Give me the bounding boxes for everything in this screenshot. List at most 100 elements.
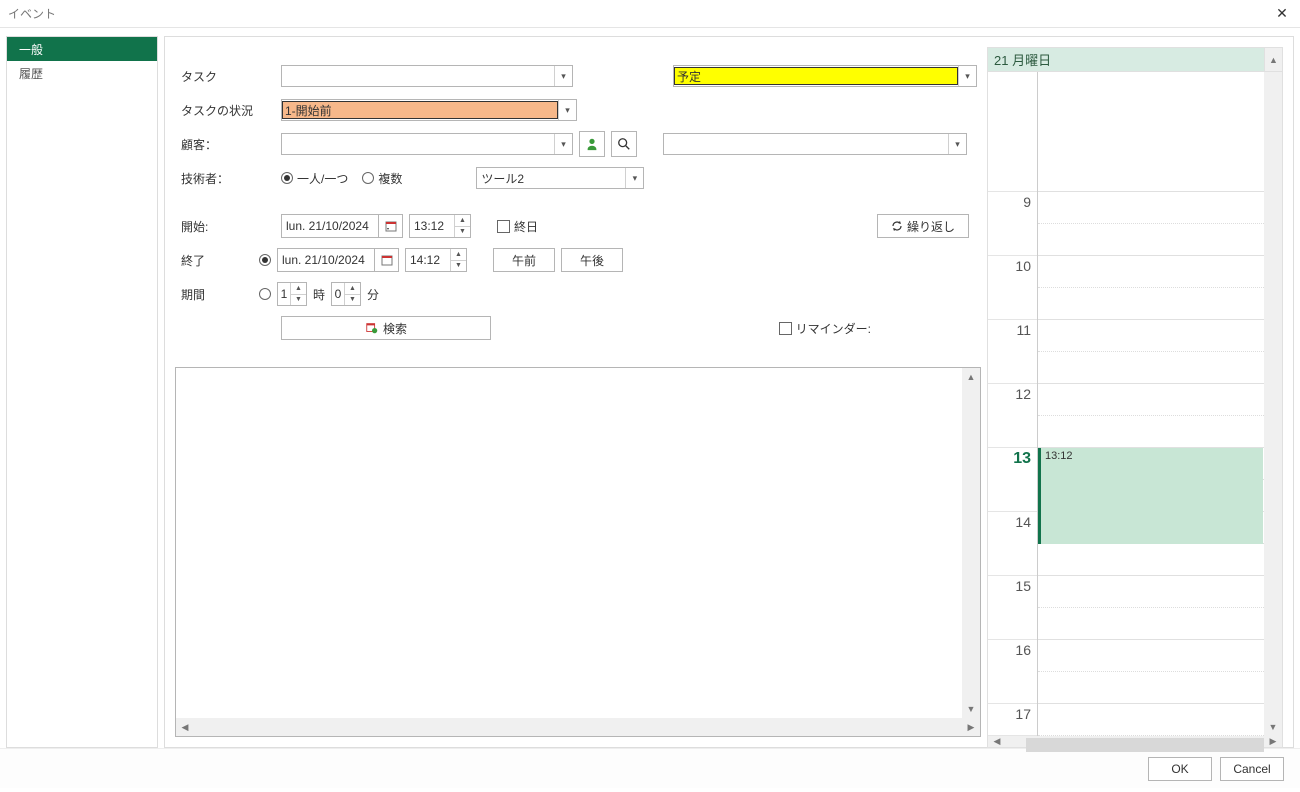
customer-search-button[interactable] <box>611 131 637 157</box>
start-time[interactable]: 13:12 ▲▼ <box>409 214 471 238</box>
pm-button[interactable]: 午後 <box>561 248 623 272</box>
scroll-left-icon[interactable]: ◀ <box>176 718 194 736</box>
window-title: イベント <box>8 5 56 22</box>
row-task-status: タスクの状況 1-開始前 ▾ <box>181 93 981 127</box>
scroll-right-icon[interactable]: ▶ <box>962 718 980 736</box>
cal-scroll-up[interactable]: ▲ <box>1265 47 1283 71</box>
spin-up[interactable]: ▲ <box>455 215 470 227</box>
customer-combo-2[interactable]: ▾ <box>663 133 967 155</box>
calendar-search-icon <box>365 321 379 335</box>
customer-person-button[interactable] <box>579 131 605 157</box>
refresh-icon <box>891 220 903 232</box>
cal-hscroll[interactable]: ◀ ▶ <box>987 736 1283 748</box>
results-list: ▲ ▼ ◀ ▶ <box>175 367 981 737</box>
row-customer: 顧客： ▾ ▾ <box>181 127 981 161</box>
tab-history[interactable]: 履歴 <box>7 61 157 85</box>
radio-single[interactable]: 一人/一つ <box>281 170 348 187</box>
hour-13: 13 <box>988 448 1037 512</box>
calendar-header: 21 月曜日 <box>987 47 1265 71</box>
label-technician: 技術者： <box>181 170 281 187</box>
cal-scroll-right[interactable]: ▶ <box>1264 736 1282 747</box>
label-start: 開始: <box>181 218 281 235</box>
results-hscroll[interactable]: ◀ ▶ <box>176 718 980 736</box>
svg-text:▾: ▾ <box>387 226 389 231</box>
dialog-footer: OK Cancel <box>0 748 1300 788</box>
hour-12: 12 <box>988 384 1037 448</box>
tool-combo[interactable]: ツール2 ▾ <box>476 167 644 189</box>
form-area: タスク ▾ 予定 ▾ タスクの状況 <box>175 47 981 737</box>
calendar-icon: ▾ <box>385 220 397 232</box>
sidebar: 一般 履歴 <box>6 36 158 748</box>
ok-button[interactable]: OK <box>1148 757 1212 781</box>
duration-minutes[interactable]: 0 ▲▼ <box>331 282 361 306</box>
label-customer: 顧客： <box>181 136 281 153</box>
row-search: 検索 リマインダー: <box>181 311 981 345</box>
hour-9: 9 <box>988 192 1037 256</box>
spin-down[interactable]: ▼ <box>291 295 306 306</box>
task-status-combo[interactable]: 1-開始前 ▾ <box>281 99 577 121</box>
search-icon <box>617 137 631 151</box>
minutes-unit: 分 <box>367 286 379 303</box>
end-time[interactable]: 14:12 ▲▼ <box>405 248 467 272</box>
duration-hours[interactable]: 1 ▲▼ <box>277 282 307 306</box>
titlebar: イベント ✕ <box>0 0 1300 28</box>
search-button[interactable]: 検索 <box>281 316 491 340</box>
dropdown-arrow-icon[interactable]: ▾ <box>625 168 643 188</box>
spin-up[interactable]: ▲ <box>345 283 360 295</box>
dropdown-arrow-icon[interactable]: ▾ <box>554 134 572 154</box>
allday-checkbox[interactable]: 終日 <box>497 218 538 235</box>
customer-combo[interactable]: ▾ <box>281 133 573 155</box>
calendar-picker-button[interactable] <box>375 248 399 272</box>
dropdown-arrow-icon[interactable]: ▾ <box>948 134 966 154</box>
cal-scroll-left[interactable]: ◀ <box>988 736 1006 747</box>
dropdown-arrow-icon[interactable]: ▾ <box>558 100 576 120</box>
task-combo[interactable]: ▾ <box>281 65 573 87</box>
scroll-up-icon[interactable]: ▲ <box>962 368 980 386</box>
row-start: 開始: lun. 21/10/2024 ▾ 13:12 ▲▼ <box>181 209 981 243</box>
end-date[interactable]: lun. 21/10/2024 <box>277 248 399 272</box>
hour-11: 11 <box>988 320 1037 384</box>
event-block[interactable]: 13:12 <box>1038 448 1263 544</box>
calendar-picker-button[interactable]: ▾ <box>379 214 403 238</box>
radio-end-date[interactable] <box>259 254 271 266</box>
recur-button[interactable]: 繰り返し <box>877 214 969 238</box>
close-button[interactable]: ✕ <box>1272 4 1292 24</box>
calendar-body: 9 10 11 12 13 14 15 16 17 <box>987 71 1283 736</box>
person-icon <box>585 137 599 151</box>
time-column: 9 10 11 12 13 14 15 16 17 <box>988 72 1038 736</box>
hour-17: 17 <box>988 704 1037 736</box>
hour-10: 10 <box>988 256 1037 320</box>
row-end: 終了 lun. 21/10/2024 14:12 ▲▼ <box>181 243 981 277</box>
tab-general[interactable]: 一般 <box>7 37 157 61</box>
dropdown-arrow-icon[interactable]: ▾ <box>958 66 976 86</box>
hour-15: 15 <box>988 576 1037 640</box>
label-task-status: タスクの状況 <box>181 102 281 119</box>
category-combo[interactable]: 予定 ▾ <box>673 65 977 87</box>
label-task: タスク <box>181 68 281 85</box>
spin-down[interactable]: ▼ <box>345 295 360 306</box>
calendar-icon <box>381 254 393 266</box>
results-vscroll[interactable]: ▲ ▼ <box>962 368 980 718</box>
hour-14: 14 <box>988 512 1037 576</box>
main-shell: 一般 履歴 タスク ▾ 予定 ▾ <box>0 28 1300 748</box>
start-date[interactable]: lun. 21/10/2024 ▾ <box>281 214 403 238</box>
spin-up[interactable]: ▲ <box>451 249 466 261</box>
scroll-down-icon[interactable]: ▼ <box>962 700 980 718</box>
cal-vscroll[interactable]: ▼ <box>1264 72 1282 736</box>
hour-16: 16 <box>988 640 1037 704</box>
row-task: タスク ▾ 予定 ▾ <box>181 59 981 93</box>
event-column[interactable]: 13:12 <box>1038 72 1264 736</box>
cancel-button[interactable]: Cancel <box>1220 757 1284 781</box>
dropdown-arrow-icon[interactable]: ▾ <box>554 66 572 86</box>
radio-multiple[interactable]: 複数 <box>362 170 402 187</box>
cal-scroll-down[interactable]: ▼ <box>1264 718 1282 736</box>
spin-down[interactable]: ▼ <box>455 227 470 238</box>
main-panel: タスク ▾ 予定 ▾ タスクの状況 <box>164 36 1294 748</box>
reminder-checkbox[interactable]: リマインダー: <box>779 320 871 337</box>
row-technician: 技術者： 一人/一つ 複数 <box>181 161 981 195</box>
calendar-panel: 21 月曜日 ▲ 9 10 11 12 13 14 15 16 17 <box>987 47 1283 737</box>
spin-up[interactable]: ▲ <box>291 283 306 295</box>
am-button[interactable]: 午前 <box>493 248 555 272</box>
radio-duration[interactable] <box>259 288 271 300</box>
spin-down[interactable]: ▼ <box>451 261 466 272</box>
